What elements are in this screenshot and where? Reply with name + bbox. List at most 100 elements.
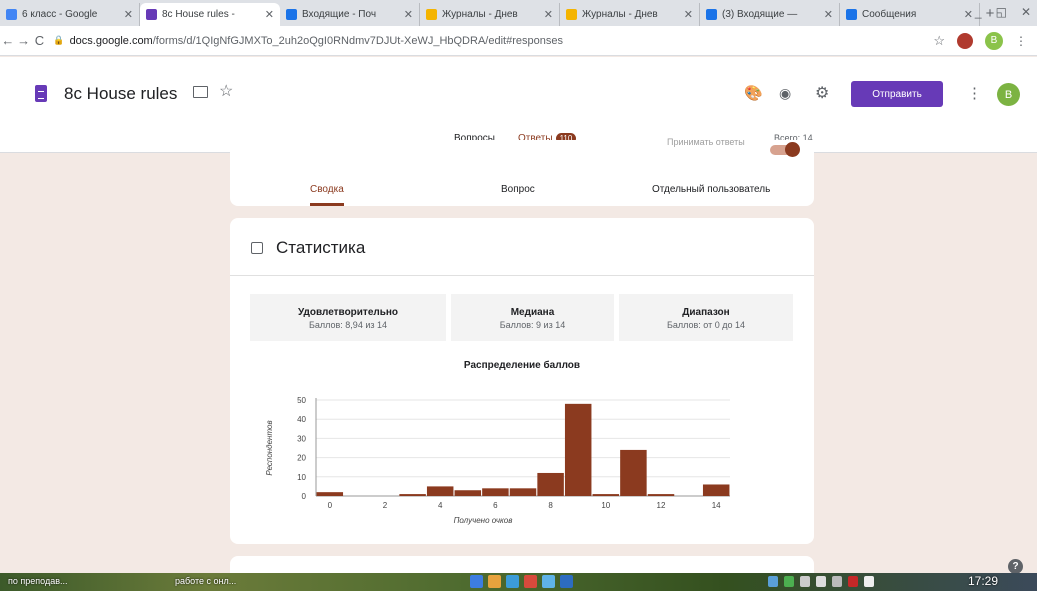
bar — [647, 494, 675, 496]
tab-title: 6 класс - Google — [22, 9, 98, 20]
bar — [592, 494, 620, 496]
statistics-card: Статистика Удовлетворительно Баллов: 8,9… — [230, 218, 814, 544]
app-icon-6[interactable] — [560, 575, 573, 588]
stat-median-value: Баллов: 9 из 14 — [499, 320, 566, 330]
lock-icon: 🔒 — [53, 35, 65, 45]
x-tick-label: 6 — [493, 501, 498, 510]
subtab-individual[interactable]: Отдельный пользователь — [652, 184, 770, 195]
volume-icon[interactable] — [816, 576, 826, 587]
tab-title: Сообщения — [862, 9, 917, 20]
x-axis-label: Получено очков — [454, 516, 513, 525]
form-title[interactable]: 8c House rules — [64, 84, 177, 104]
chrome-menu-icon[interactable]: ⋮ — [1015, 34, 1027, 48]
browser-tab[interactable]: Журналы - Днев ✕ — [560, 3, 700, 26]
bookmark-star-icon[interactable]: ☆ — [933, 33, 945, 49]
subtab-indicator — [310, 203, 344, 206]
minimize-icon[interactable]: _ — [975, 5, 982, 19]
tray-icon-1[interactable] — [768, 576, 778, 587]
profile-button[interactable]: B — [985, 31, 1003, 50]
send-button[interactable]: Отправить — [851, 81, 943, 107]
avatar[interactable]: B — [997, 83, 1020, 106]
wifi-icon[interactable] — [864, 576, 874, 587]
tab-close-icon[interactable]: ✕ — [265, 8, 274, 21]
os-taskbar: по преподав... работе с онл... 17:29 — [0, 573, 1037, 591]
x-tick-label: 14 — [712, 501, 721, 510]
url-field[interactable]: 🔒 docs.google.com/forms/d/1QIgNfGJMXTo_2… — [53, 30, 933, 52]
chart-title: Распределение баллов — [463, 360, 581, 371]
bar — [482, 488, 509, 496]
taskbar-item-1[interactable]: по преподав... — [8, 576, 67, 586]
tab-favicon-icon — [146, 9, 157, 20]
stat-range: Диапазон Баллов: от 0 до 14 — [619, 294, 793, 341]
x-tick-label: 8 — [548, 501, 553, 510]
preview-eye-icon[interactable]: ◉ — [779, 85, 791, 102]
subtab-question[interactable]: Вопрос — [501, 184, 535, 195]
tab-title: 8c House rules - — [162, 9, 235, 20]
y-axis-label: Респондентов — [265, 420, 274, 475]
stat-range-value: Баллов: от 0 до 14 — [666, 320, 745, 330]
tray-icon-2[interactable] — [784, 576, 794, 587]
bar — [316, 492, 344, 496]
folder-icon[interactable] — [193, 86, 208, 98]
forms-logo-icon[interactable] — [35, 85, 47, 102]
y-tick-label: 20 — [297, 454, 306, 463]
bar — [509, 488, 537, 496]
stat-range-label: Диапазон — [682, 307, 730, 318]
browser-tab[interactable]: Входящие - Поч ✕ — [280, 3, 420, 26]
browser-tab[interactable]: Сообщения ✕ — [840, 3, 980, 26]
accept-responses-toggle[interactable] — [770, 142, 800, 157]
forward-icon[interactable]: → — [16, 33, 32, 48]
url-path: /forms/d/1QIgNfGJMXTo_2uh2oQgI0RNdmv7DJU… — [152, 34, 563, 47]
x-tick-label: 0 — [328, 501, 333, 510]
bar — [620, 449, 647, 496]
extension-icon[interactable] — [957, 32, 973, 49]
forms-header: 8c House rules ☆ 🎨 ◉ ⚙ Отправить ⋮ B Воп… — [0, 57, 1037, 153]
reload-icon[interactable]: C — [32, 33, 48, 48]
y-tick-label: 50 — [297, 396, 306, 405]
tab-close-icon[interactable]: ✕ — [684, 8, 693, 21]
back-icon[interactable]: ← — [0, 33, 16, 48]
app-icon-1[interactable] — [470, 575, 483, 588]
restore-icon[interactable]: ◱ — [996, 5, 1007, 19]
star-icon[interactable]: ☆ — [219, 81, 233, 101]
app-icon-3[interactable] — [506, 575, 519, 588]
bar — [399, 494, 426, 496]
tray-icon-3[interactable] — [800, 576, 810, 587]
app-icon-2[interactable] — [488, 575, 501, 588]
flag-icon[interactable] — [848, 576, 858, 587]
tab-close-icon[interactable]: ✕ — [404, 8, 413, 21]
browser-tab[interactable]: (3) Входящие — ✕ — [700, 3, 840, 26]
browser-tab[interactable]: 8c House rules - ✕ — [140, 3, 280, 26]
taskbar-item-2[interactable]: работе с онл... — [175, 576, 236, 586]
responses-card: Принимать ответы Сводка Вопрос Отдельный… — [230, 137, 814, 206]
help-icon[interactable]: ? — [1008, 559, 1023, 574]
tab-close-icon[interactable]: ✕ — [824, 8, 833, 21]
bar — [564, 403, 592, 496]
app-icon-4[interactable] — [524, 575, 537, 588]
tab-title: Входящие - Поч — [302, 9, 377, 20]
app-icon-5[interactable] — [542, 575, 555, 588]
subtab-summary[interactable]: Сводка — [310, 184, 344, 195]
bar-chart-icon — [251, 242, 263, 254]
x-tick-label: 10 — [601, 501, 610, 510]
url-host: docs.google.com — [69, 34, 153, 47]
tab-favicon-icon — [566, 9, 577, 20]
close-window-icon[interactable]: ✕ — [1021, 5, 1031, 19]
bar — [454, 490, 482, 496]
more-options-icon[interactable]: ⋮ — [967, 84, 982, 102]
browser-tab[interactable]: 6 класс - Google ✕ — [0, 3, 140, 26]
tab-close-icon[interactable]: ✕ — [544, 8, 553, 21]
tab-favicon-icon — [426, 9, 437, 20]
tab-title: Журналы - Днев — [582, 9, 658, 20]
tab-title: (3) Входящие — — [722, 9, 798, 20]
tray-icon-5[interactable] — [832, 576, 842, 587]
browser-tab[interactable]: Журналы - Днев ✕ — [420, 3, 560, 26]
settings-gear-icon[interactable]: ⚙ — [815, 83, 829, 103]
tab-favicon-icon — [846, 9, 857, 20]
tab-close-icon[interactable]: ✕ — [124, 8, 133, 21]
y-tick-label: 30 — [297, 434, 306, 443]
palette-icon[interactable]: 🎨 — [744, 84, 763, 102]
accept-responses-label: Принимать ответы — [667, 137, 745, 147]
clock: 17:29 — [968, 574, 999, 588]
tab-close-icon[interactable]: ✕ — [964, 8, 973, 21]
